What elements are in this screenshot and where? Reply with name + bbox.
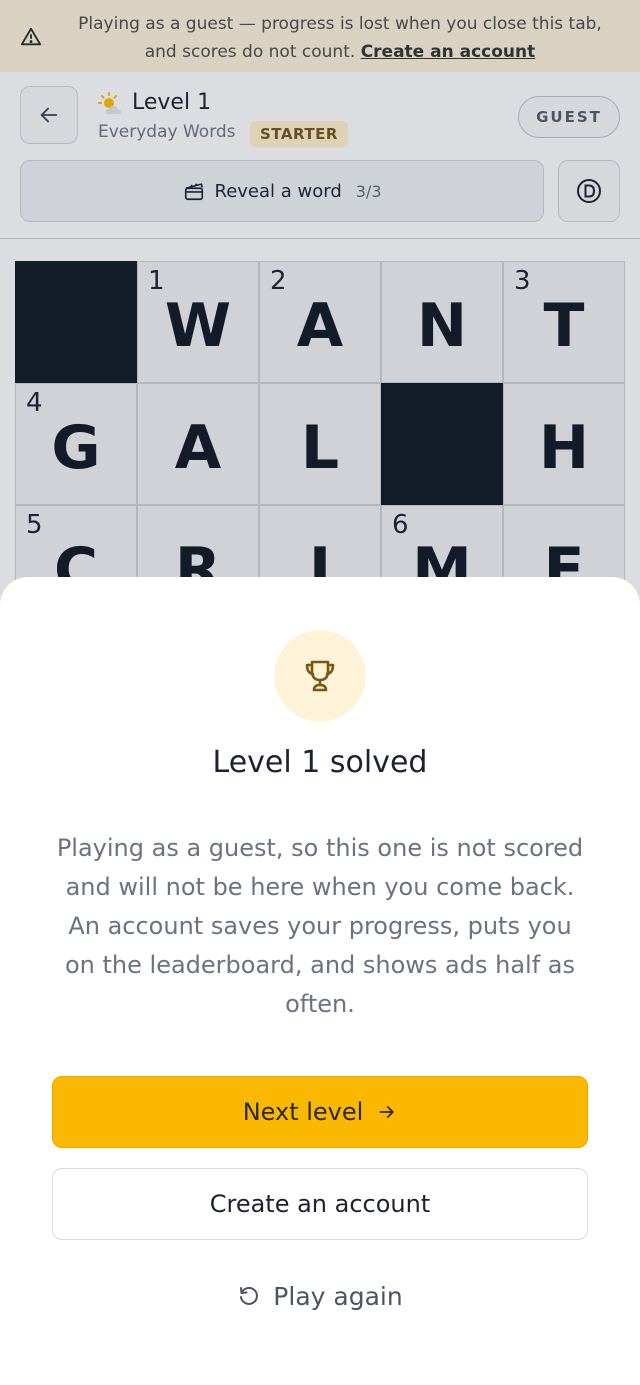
replay-icon	[240, 1286, 259, 1305]
level-complete-sheet: Level 1 solved Playing as a guest, so th…	[0, 577, 640, 1385]
next-level-label: Next level	[242, 1098, 364, 1126]
sheet-body: Playing as a guest, so this one is not s…	[56, 834, 584, 1018]
play-again-label: Play again	[273, 1281, 403, 1311]
next-level-button[interactable]: Next level	[52, 1076, 588, 1148]
play-again-button[interactable]: Play again	[200, 1273, 440, 1319]
trophy-icon	[305, 660, 335, 692]
sheet-title: Level 1 solved	[212, 745, 428, 780]
arrow-right-icon	[379, 1106, 394, 1118]
trophy-badge	[274, 630, 366, 722]
create-account-button[interactable]: Create an account	[52, 1168, 588, 1240]
